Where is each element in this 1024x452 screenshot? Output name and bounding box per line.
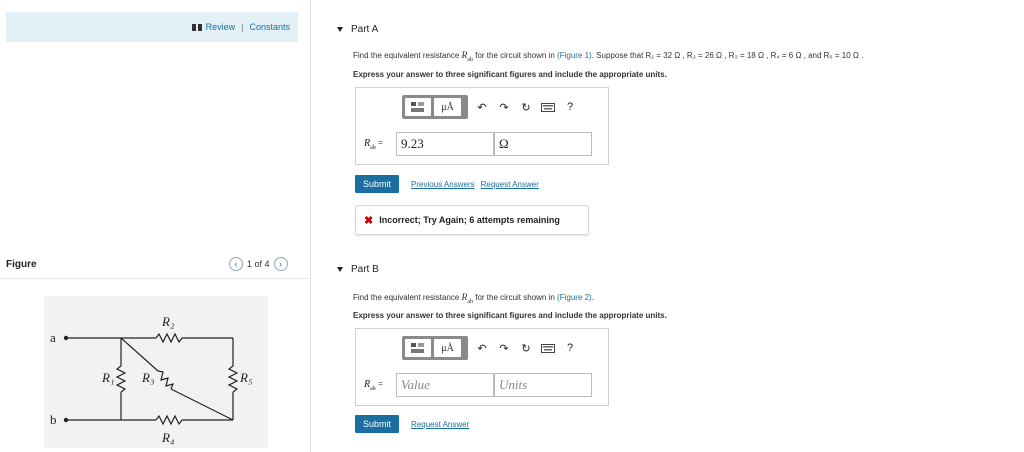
- request-answer-link[interactable]: Request Answer: [481, 180, 539, 189]
- part-a-header[interactable]: Part A: [337, 24, 1017, 35]
- help-button[interactable]: ?: [562, 340, 578, 356]
- part-b-actions: Submit Request Answer: [355, 415, 469, 433]
- divider: [0, 278, 308, 279]
- rab-var: Rab: [462, 51, 473, 63]
- part-a: Part A: [337, 24, 1017, 35]
- part-a-question: Find the equivalent resistance Rab for t…: [337, 51, 1017, 63]
- units-button[interactable]: μÅ: [434, 339, 461, 357]
- value-input[interactable]: 9.23: [396, 132, 494, 156]
- answer-label: Rab =: [364, 138, 396, 151]
- question-text: for the circuit shown in: [473, 51, 558, 60]
- part-a-question-text: Find the equivalent resistance Rab for t…: [353, 51, 1017, 63]
- math-toolbar: μÅ ↶ ↷ ↻ ?: [402, 336, 578, 360]
- toolbar-group: μÅ: [402, 336, 468, 360]
- answer-row: Rab = 9.23 Ω: [364, 132, 592, 156]
- templates-icon[interactable]: [405, 98, 431, 116]
- rab-var: Rab: [462, 293, 473, 305]
- part-a-title: Part A: [351, 24, 379, 35]
- math-toolbar: μÅ ↶ ↷ ↻ ?: [402, 95, 578, 119]
- pager-text: 1 of 4: [247, 259, 270, 269]
- node-a-label: a: [50, 330, 56, 345]
- figure-2-link[interactable]: (Figure 2): [557, 293, 592, 302]
- equals: =: [375, 378, 384, 389]
- review-links: Review | Constants: [191, 22, 290, 32]
- redo-icon[interactable]: ↷: [496, 99, 512, 115]
- error-x-icon: ✖: [364, 214, 374, 227]
- templates-icon[interactable]: [405, 339, 431, 357]
- part-a-actions: Submit Previous Answers Request Answer: [355, 175, 539, 193]
- part-b-header[interactable]: Part B: [337, 264, 1017, 275]
- collapse-caret-icon[interactable]: [337, 27, 343, 32]
- question-text: .: [591, 293, 594, 302]
- question-text: Find the equivalent resistance: [353, 293, 462, 302]
- question-text: for the circuit shown in: [473, 293, 558, 302]
- prev-figure-button[interactable]: ‹: [229, 257, 243, 271]
- undo-icon[interactable]: ↶: [474, 340, 490, 356]
- units-button[interactable]: μÅ: [434, 98, 461, 116]
- previous-answers-link[interactable]: Previous Answers: [411, 180, 475, 189]
- part-b-instruction: Express your answer to three significant…: [337, 311, 1017, 320]
- part-b-question: Find the equivalent resistance Rab for t…: [337, 293, 1017, 305]
- units-input[interactable]: Ω: [494, 132, 592, 156]
- feedback-text: Incorrect; Try Again; 6 attempts remaini…: [379, 215, 560, 225]
- review-bar: Review | Constants: [6, 12, 298, 42]
- questions-panel: Part A Find the equivalent resistance Ra…: [310, 0, 1024, 452]
- request-answer-link[interactable]: Request Answer: [411, 420, 469, 429]
- submit-button[interactable]: Submit: [355, 175, 400, 193]
- submit-button[interactable]: Submit: [355, 415, 400, 433]
- undo-icon[interactable]: ↶: [474, 99, 490, 115]
- instruction-text: Express your answer to three significant…: [353, 311, 667, 320]
- circuit-figure: a b R₁ R₂ R₃ R₄ R₅: [44, 296, 268, 448]
- part-b: Part B: [337, 264, 1017, 275]
- book-icon: [191, 23, 202, 31]
- part-b-title: Part B: [351, 264, 379, 275]
- equals: =: [375, 137, 384, 148]
- value-input[interactable]: Value: [396, 373, 494, 397]
- feedback-box: ✖ Incorrect; Try Again; 6 attempts remai…: [355, 205, 589, 235]
- constants-link[interactable]: Constants: [249, 22, 290, 32]
- question-text: . Suppose that R₁ = 32 Ω , R₂ = 26 Ω , R…: [591, 51, 864, 60]
- question-text: Find the equivalent resistance: [353, 51, 462, 60]
- keyboard-icon[interactable]: [540, 340, 556, 356]
- r1-label: R₁: [101, 370, 114, 385]
- help-button[interactable]: ?: [562, 99, 578, 115]
- part-b-question-text: Find the equivalent resistance Rab for t…: [353, 293, 1017, 305]
- reset-icon[interactable]: ↻: [518, 340, 534, 356]
- next-figure-button[interactable]: ›: [273, 257, 288, 271]
- r4-label: R₄: [161, 430, 175, 445]
- circuit-diagram: a b R₁ R₂ R₃ R₄ R₅: [50, 314, 252, 445]
- r3-label: R₃: [141, 370, 154, 385]
- review-link[interactable]: Review: [206, 22, 236, 32]
- figure-heading: Figure: [6, 259, 37, 270]
- r2-label: R₂: [161, 314, 175, 329]
- node-b-label: b: [50, 412, 57, 427]
- separator: |: [241, 22, 244, 32]
- figure-pager: ‹ 1 of 4 ›: [229, 257, 288, 271]
- collapse-caret-icon[interactable]: [337, 267, 343, 272]
- figure-panel: Review | Constants Figure ‹ 1 of 4 › a b…: [0, 0, 308, 452]
- part-a-instruction: Express your answer to three significant…: [337, 70, 1017, 79]
- units-input[interactable]: Units: [494, 373, 592, 397]
- redo-icon[interactable]: ↷: [496, 340, 512, 356]
- reset-icon[interactable]: ↻: [518, 99, 534, 115]
- instruction-text: Express your answer to three significant…: [353, 70, 667, 79]
- answer-row: Rab = Value Units: [364, 373, 592, 397]
- toolbar-group: μÅ: [402, 95, 468, 119]
- part-b-answer-box: μÅ ↶ ↷ ↻ ? Rab = Value Units: [355, 328, 609, 406]
- part-a-answer-box: μÅ ↶ ↷ ↻ ? Rab = 9.23 Ω: [355, 87, 609, 165]
- answer-label: Rab =: [364, 379, 396, 392]
- figure-1-link[interactable]: (Figure 1): [557, 51, 592, 60]
- r5-label: R₅: [239, 370, 252, 385]
- keyboard-icon[interactable]: [540, 99, 556, 115]
